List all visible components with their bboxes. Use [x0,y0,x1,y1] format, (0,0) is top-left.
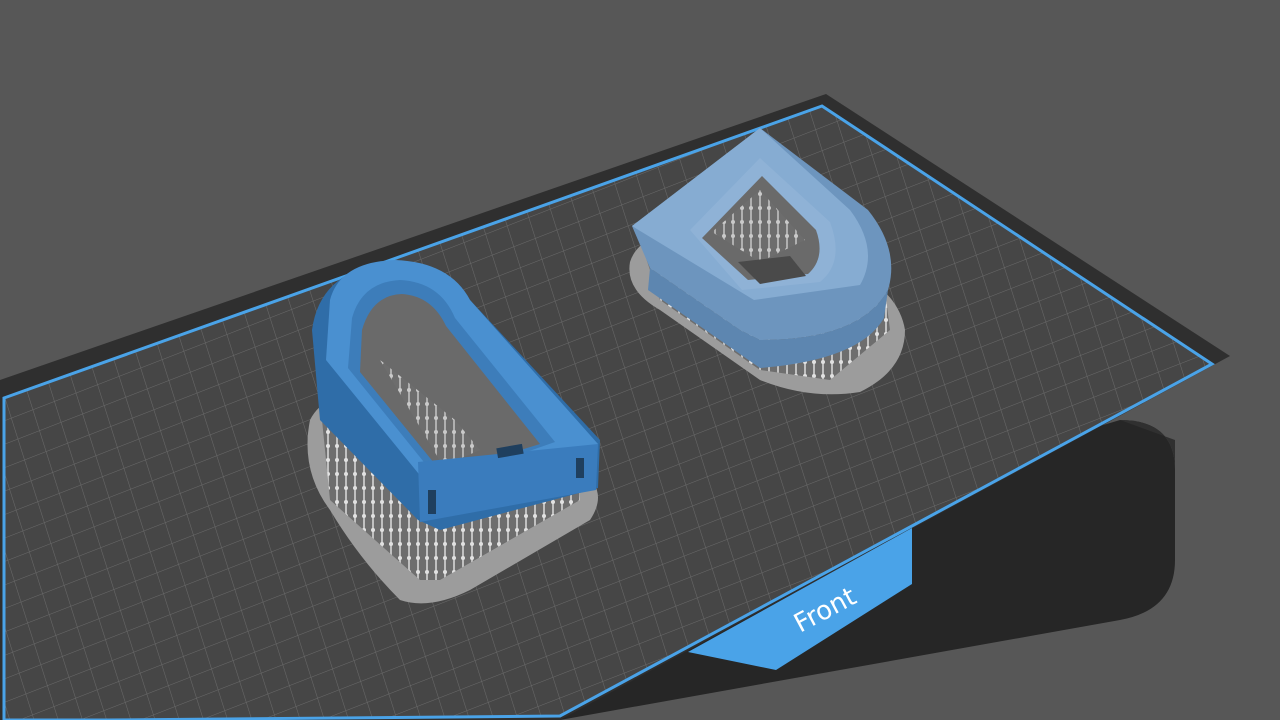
scene-canvas[interactable]: Front [0,0,1280,720]
3d-viewport[interactable]: Front [0,0,1280,720]
